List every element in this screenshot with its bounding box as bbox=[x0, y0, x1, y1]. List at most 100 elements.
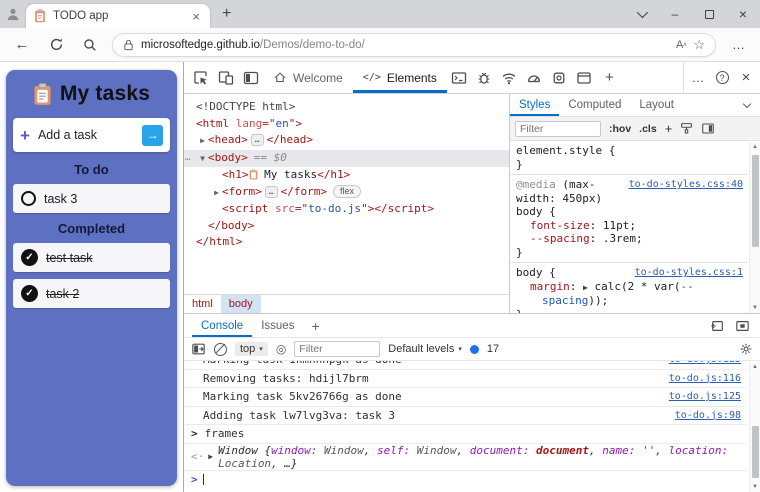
styles-scrollbar[interactable]: ▲ ▼ bbox=[749, 142, 760, 313]
breadcrumb-body[interactable]: body bbox=[220, 295, 261, 313]
console-prompt[interactable]: > bbox=[184, 471, 747, 490]
customize-devtools-icon[interactable]: … bbox=[686, 70, 710, 85]
rendering-brush-icon[interactable] bbox=[680, 122, 693, 135]
source-link[interactable]: to-do.js:125 bbox=[669, 391, 741, 402]
dock-drawer-icon[interactable] bbox=[710, 319, 725, 333]
tab-close-icon[interactable]: × bbox=[190, 9, 202, 24]
profile-avatar-icon[interactable] bbox=[0, 0, 26, 28]
address-bar[interactable]: microsoftedge.github.io/Demos/demo-to-do… bbox=[112, 32, 716, 57]
device-emulation-icon[interactable] bbox=[213, 62, 238, 93]
new-style-rule-icon[interactable]: + bbox=[665, 121, 673, 136]
expand-value-icon[interactable]: ▶ bbox=[583, 283, 588, 292]
node-menu-icon[interactable]: … bbox=[185, 150, 191, 167]
issues-bug-icon[interactable] bbox=[472, 62, 497, 93]
toggle-classes-button[interactable]: .cls bbox=[639, 123, 657, 135]
read-aloud-icon[interactable]: Aʌ bbox=[676, 39, 686, 51]
console-sidebar-icon[interactable] bbox=[191, 342, 206, 356]
more-tools-plus-icon[interactable]: + bbox=[597, 62, 622, 93]
dom-html-close[interactable]: </html> bbox=[184, 234, 509, 251]
dom-body-close[interactable]: </body> bbox=[184, 218, 509, 235]
task-checkbox-checked[interactable]: ✓ bbox=[21, 249, 38, 266]
console-drawer-icon[interactable] bbox=[447, 62, 472, 93]
live-expression-eye-icon[interactable]: ◎ bbox=[276, 342, 286, 356]
dom-form[interactable]: ▶ <form>… </form> flex bbox=[184, 184, 509, 202]
close-devtools-icon[interactable]: × bbox=[734, 69, 758, 86]
scrollbar-thumb[interactable] bbox=[752, 155, 759, 247]
computed-sidebar-icon[interactable] bbox=[701, 122, 715, 135]
styles-filter-input[interactable] bbox=[515, 120, 601, 137]
help-icon[interactable]: ? bbox=[710, 71, 734, 84]
css-rule-media[interactable]: to-do-styles.css:40 @media (max-width: 4… bbox=[510, 175, 747, 263]
console-input-echo[interactable]: > frames bbox=[184, 425, 747, 444]
application-window-icon[interactable] bbox=[572, 62, 597, 93]
tab-computed[interactable]: Computed bbox=[559, 94, 630, 116]
tab-elements[interactable]: </> Elements bbox=[352, 62, 447, 93]
source-link[interactable]: to-do.js:125 bbox=[669, 361, 741, 365]
favorite-star-icon[interactable]: ☆ bbox=[693, 37, 705, 53]
console-message[interactable]: Marking task 5kv26766g as done to-do.js:1… bbox=[184, 388, 747, 407]
styles-rules[interactable]: element.style { } to-do-styles.css:40 @m… bbox=[510, 141, 760, 313]
css-property[interactable]: font-size: 11pt; bbox=[516, 219, 743, 233]
dom-script[interactable]: <script src="to-do.js"></script> bbox=[184, 201, 509, 218]
task-row[interactable]: task 3 bbox=[13, 184, 170, 213]
tab-layout[interactable]: Layout bbox=[630, 94, 683, 116]
clear-console-icon[interactable] bbox=[214, 342, 227, 356]
tab-styles[interactable]: Styles bbox=[510, 94, 560, 116]
browser-settings-icon[interactable]: … bbox=[728, 37, 750, 52]
refresh-button[interactable] bbox=[44, 33, 68, 57]
dom-html-open[interactable]: <html lang="en"> bbox=[184, 116, 509, 133]
window-menu-chevron-icon[interactable] bbox=[624, 0, 658, 28]
tab-issues[interactable]: Issues bbox=[252, 314, 303, 337]
task-row[interactable]: ✓ test task bbox=[13, 243, 170, 272]
dom-body-selected[interactable]: … ▼ <body> == $0 bbox=[184, 149, 509, 167]
console-filter-input[interactable] bbox=[294, 341, 381, 357]
stylesheet-link[interactable]: to-do-styles.css:40 bbox=[629, 178, 743, 192]
tab-welcome[interactable]: Welcome bbox=[263, 62, 353, 93]
inline-expand-icon[interactable]: … bbox=[250, 134, 264, 146]
close-window-button[interactable]: × bbox=[726, 0, 760, 28]
add-drawer-tab-icon[interactable]: + bbox=[303, 314, 327, 337]
tab-console[interactable]: Console bbox=[192, 314, 253, 337]
performance-gauge-icon[interactable] bbox=[522, 62, 547, 93]
task-row[interactable]: ✓ task 2 bbox=[13, 279, 170, 308]
search-icon[interactable] bbox=[78, 33, 102, 57]
minimize-button[interactable]: – bbox=[658, 0, 692, 28]
breadcrumb-html[interactable]: html bbox=[184, 295, 221, 313]
task-checkbox[interactable] bbox=[21, 191, 36, 206]
browser-tab[interactable]: TODO app × bbox=[26, 4, 210, 28]
scrollbar-thumb[interactable] bbox=[752, 426, 759, 478]
dom-tree[interactable]: <!DOCTYPE html> <html lang="en"> ▶ <head>… bbox=[184, 94, 509, 294]
dom-h1[interactable]: <h1> My tasks</h1> bbox=[184, 167, 509, 184]
toggle-hover-state-button[interactable]: :hov bbox=[609, 123, 631, 135]
inspect-element-icon[interactable] bbox=[188, 62, 213, 93]
dom-head[interactable]: ▶ <head>… </head> bbox=[184, 132, 509, 150]
new-tab-button[interactable]: + bbox=[222, 5, 231, 23]
source-link[interactable]: to-do.js:116 bbox=[669, 373, 741, 384]
execution-context-selector[interactable]: top ▾ bbox=[235, 342, 268, 356]
console-message[interactable]: Marking task 1kmnnhpgk as doneto-do.js:1… bbox=[184, 361, 747, 370]
dom-doctype[interactable]: <!DOCTYPE html> bbox=[184, 99, 509, 116]
flex-badge[interactable]: flex bbox=[332, 184, 361, 198]
console-messages[interactable]: Marking task 1kmnnhpgk as doneto-do.js:1… bbox=[184, 361, 760, 492]
log-levels-dropdown[interactable]: Default levels ▾ bbox=[388, 343, 462, 355]
back-button[interactable]: ← bbox=[10, 33, 34, 57]
stylesheet-link[interactable]: to-do-styles.css:1 bbox=[635, 266, 743, 280]
task-checkbox-checked[interactable]: ✓ bbox=[21, 285, 38, 302]
console-scrollbar[interactable]: ▲ ▼ bbox=[749, 362, 760, 492]
memory-chip-icon[interactable] bbox=[547, 62, 572, 93]
maximize-button[interactable] bbox=[692, 0, 726, 28]
dock-side-icon[interactable] bbox=[238, 62, 263, 93]
expand-drawer-icon[interactable] bbox=[735, 319, 750, 333]
inline-expand-icon[interactable]: … bbox=[264, 185, 278, 198]
more-tabs-chevron-icon[interactable] bbox=[742, 94, 752, 116]
console-message[interactable]: Removing tasks: hdijl7brm to-do.js:116 bbox=[184, 370, 747, 388]
source-link[interactable]: to-do.js:98 bbox=[675, 410, 741, 421]
console-result[interactable]: <· ▶ Window {window: Window, self: Windo… bbox=[184, 444, 747, 471]
element-style-rule[interactable]: element.style { } bbox=[510, 141, 747, 175]
css-property[interactable]: margin: ▶ calc(2 * var(--spacing)); bbox=[516, 280, 743, 308]
console-settings-gear-icon[interactable] bbox=[739, 342, 753, 356]
expand-object-icon[interactable]: ▶ bbox=[208, 452, 213, 461]
add-task-input[interactable]: + Add a task → bbox=[13, 118, 170, 152]
css-rule-body-margin[interactable]: to-do-styles.css:1 body { margin: ▶ calc… bbox=[510, 263, 747, 313]
network-wifi-icon[interactable] bbox=[497, 62, 522, 93]
